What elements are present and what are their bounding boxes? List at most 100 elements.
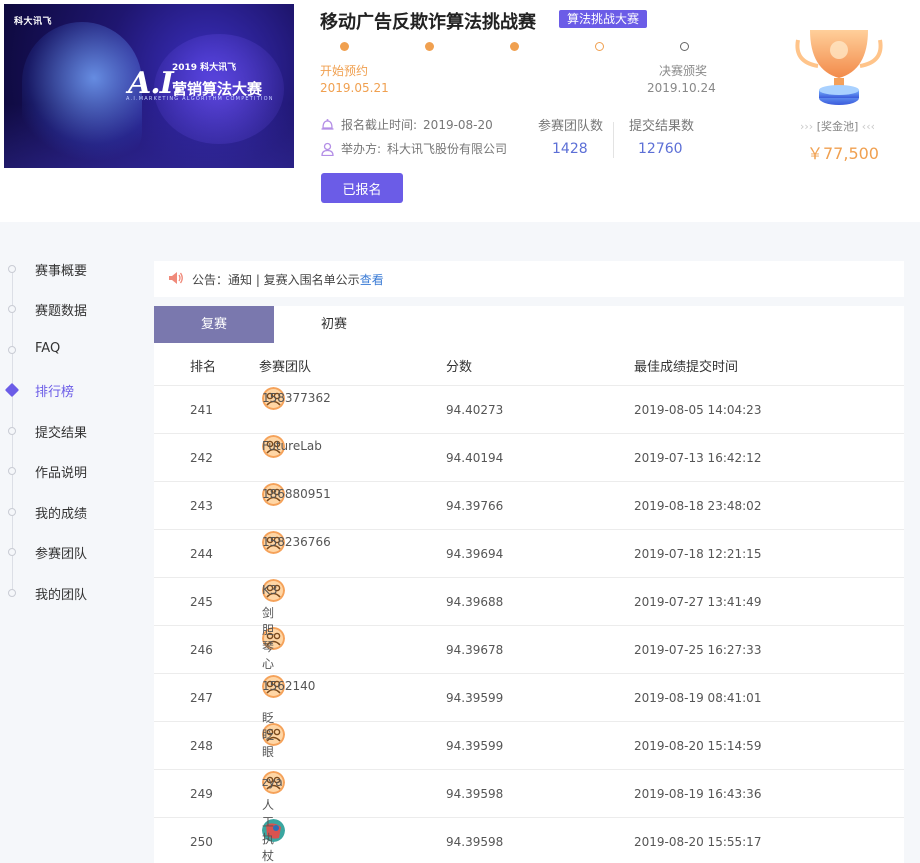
table-row: 246 剑胆琴心 94.39678 2019-07-25 16:27:33	[154, 606, 904, 674]
team-name: zya	[262, 775, 283, 789]
cell-time: 2019-08-19 16:43:36	[634, 787, 762, 801]
cell-score: 94.39766	[446, 499, 504, 513]
deadline-label: 报名截止时间:	[341, 118, 418, 132]
sidebar-active-marker	[4, 382, 20, 398]
sidebar-item-faq[interactable]: FAQ	[0, 338, 150, 362]
competition-banner[interactable]: 科大讯飞 A.I. 2019 科大讯飞 营销算法大赛 A.I.MARKETING…	[4, 4, 294, 168]
team-name: 158236766	[262, 535, 331, 549]
banner-ai-head-image	[22, 22, 142, 162]
cell-time: 2019-08-20 15:14:59	[634, 739, 762, 753]
sidebar-marker	[8, 265, 16, 273]
submissions-count-value: 12760	[638, 141, 683, 157]
speaker-icon	[168, 271, 184, 288]
timeline-end-label: 决赛颁奖	[659, 64, 708, 78]
table-row: 242 FutureLab 94.40194 2019-07-13 16:42:12	[154, 434, 904, 482]
cell-time: 2019-08-20 15:55:17	[634, 835, 762, 849]
cell-time: 2019-08-19 08:41:01	[634, 691, 762, 705]
timeline-start-date: 2019.05.21	[320, 81, 389, 95]
tab-semifinal[interactable]: 复赛	[154, 306, 274, 343]
sidebar-marker	[8, 467, 16, 475]
cell-rank: 244	[190, 547, 213, 561]
cell-score: 94.39678	[446, 643, 504, 657]
organizer-value: 科大讯飞股份有限公司	[387, 142, 508, 156]
timeline-dot-1	[340, 42, 349, 51]
sidebar-marker	[8, 589, 16, 597]
competition-type-tag: 算法挑战大赛	[559, 10, 648, 28]
sidebar-item-leaderboard[interactable]: 排行榜	[0, 378, 150, 402]
header-time: 最佳成绩提交时间	[634, 360, 739, 375]
cell-rank: 250	[190, 835, 213, 849]
timeline-dot-5	[680, 42, 689, 51]
timeline-start-label: 开始预约	[320, 64, 369, 78]
sidebar-item-label: 作品说明	[35, 466, 88, 481]
sidebar-item-submit[interactable]: 提交结果	[0, 419, 150, 443]
cell-time: 2019-07-25 16:27:33	[634, 643, 762, 657]
sidebar-item-work-description[interactable]: 作品说明	[0, 459, 150, 483]
timeline-dot-3	[510, 42, 519, 51]
timeline-end-date: 2019.10.24	[647, 81, 716, 95]
cell-rank: 245	[190, 595, 213, 609]
sidebar-item-label: 排行榜	[35, 385, 75, 400]
sidebar-marker	[8, 508, 16, 516]
submissions-count-label: 提交结果数	[629, 119, 695, 134]
cell-rank: 247	[190, 691, 213, 705]
sidebar-item-label: 我的团队	[35, 588, 88, 603]
sidebar-item-label: 提交结果	[35, 426, 88, 441]
sidebar-item-label: 赛题数据	[35, 304, 88, 319]
team-name: 人工执杖	[262, 798, 275, 863]
cell-score: 94.40273	[446, 403, 504, 417]
table-header: 排名 参赛团队 分数 最佳成绩提交时间	[154, 343, 904, 386]
prize-pool-label: ››› [奖金池] ‹‹‹	[800, 120, 875, 133]
cell-rank: 241	[190, 403, 213, 417]
sidebar-item-label: 赛事概要	[35, 264, 88, 279]
sidebar-item-label: FAQ	[35, 341, 61, 356]
registered-button[interactable]: 已报名	[321, 173, 403, 203]
sidebar-item-my-team[interactable]: 我的团队	[0, 581, 150, 605]
timeline-dot-2	[425, 42, 434, 51]
cell-score: 94.39598	[446, 835, 504, 849]
teams-count-label: 参赛团队数	[538, 119, 604, 134]
cell-time: 2019-07-27 13:41:49	[634, 595, 762, 609]
sidebar-item-my-scores[interactable]: 我的成绩	[0, 500, 150, 524]
table-row: 244 158236766 94.39694 2019-07-18 12:21:15	[154, 530, 904, 578]
prize-pool-label-text: [奖金池]	[816, 120, 859, 133]
competition-title: 移动广告反欺诈算法挑战赛	[320, 12, 536, 33]
round-tabs: 复赛 初赛	[154, 306, 904, 343]
sidebar-item-data[interactable]: 赛题数据	[0, 297, 150, 321]
header-score: 分数	[446, 360, 473, 375]
deadline-line: 报名截止时间: 2019-08-20	[320, 116, 493, 133]
sidebar-item-overview[interactable]: 赛事概要	[0, 257, 150, 281]
sidebar-item-teams[interactable]: 参赛团队	[0, 540, 150, 564]
sidebar-marker	[8, 427, 16, 435]
trophy-icon	[788, 22, 890, 112]
table-row: 250 人工执杖 94.39598 2019-08-20 15:55:17	[154, 798, 904, 863]
cell-score: 94.39694	[446, 547, 504, 561]
cell-score: 94.39599	[446, 691, 504, 705]
header-team: 参赛团队	[259, 360, 312, 375]
cell-time: 2019-08-05 14:04:23	[634, 403, 762, 417]
cell-rank: 249	[190, 787, 213, 801]
table-row: 241 158377362 94.40273 2019-08-05 14:04:23	[154, 386, 904, 434]
cell-time: 2019-07-18 12:21:15	[634, 547, 762, 561]
sidebar-item-label: 我的成绩	[35, 507, 88, 522]
cell-score: 94.39598	[446, 787, 504, 801]
cell-score: 94.39688	[446, 595, 504, 609]
cell-rank: 242	[190, 451, 213, 465]
team-name: 186880951	[262, 487, 331, 501]
team-name: 眨眨眼	[262, 710, 275, 759]
announcement-text: 公告：通知 | 复赛入围名单公示	[192, 272, 360, 287]
bell-icon	[320, 118, 335, 132]
banner-headline-en: A.I.MARKETING ALGORITHM COMPETITION	[126, 96, 274, 102]
announcement-bar: 公告：通知 | 复赛入围名单公示 查看	[154, 261, 904, 297]
timeline-dot-4	[595, 42, 604, 51]
cell-score: 94.39599	[446, 739, 504, 753]
tab-preliminary[interactable]: 初赛	[274, 306, 394, 343]
announcement-view-link[interactable]: 查看	[360, 271, 384, 288]
sidebar-marker	[8, 346, 16, 354]
table-row: 243 186880951 94.39766 2019-08-18 23:48:02	[154, 482, 904, 530]
table-row: 248 眨眨眼 94.39599 2019-08-20 15:14:59	[154, 711, 904, 770]
cell-time: 2019-07-13 16:42:12	[634, 451, 762, 465]
leaderboard-panel: 复赛 初赛 排名 参赛团队 分数 最佳成绩提交时间 241 158377362 94…	[154, 306, 904, 863]
cell-rank: 248	[190, 739, 213, 753]
team-name: FutureLab	[262, 439, 322, 453]
